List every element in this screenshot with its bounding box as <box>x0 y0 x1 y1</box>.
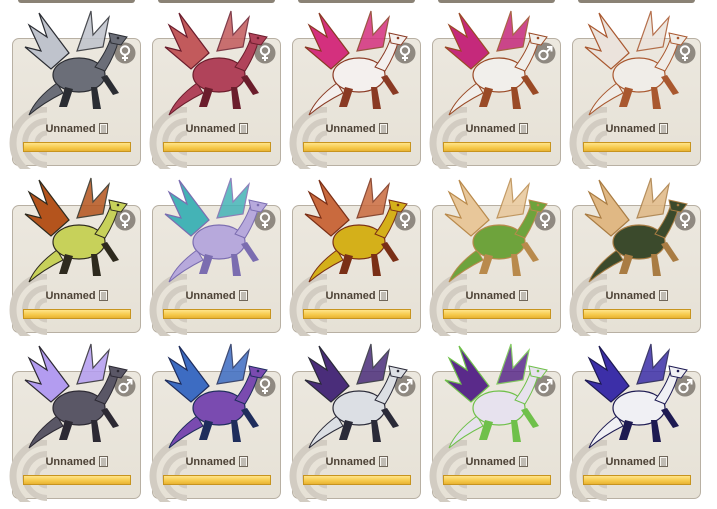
dragon-card[interactable]: Unnamed <box>149 10 281 169</box>
dragon-image[interactable] <box>301 340 413 452</box>
dragon-image[interactable] <box>441 174 553 286</box>
card-top-edge <box>18 0 135 3</box>
dragon-name[interactable]: Unnamed <box>185 456 235 468</box>
dragon-image[interactable] <box>161 174 273 286</box>
energy-bar <box>583 142 691 152</box>
note-icon[interactable] <box>238 456 248 467</box>
dragon-card[interactable]: Unnamed <box>9 177 141 336</box>
dragon-card[interactable]: Unnamed <box>289 177 421 336</box>
dragon-name-row: Unnamed <box>293 123 420 139</box>
energy-bar <box>23 475 131 485</box>
energy-bar <box>303 475 411 485</box>
energy-bar <box>443 475 551 485</box>
energy-bar <box>163 475 271 485</box>
dragon-image[interactable] <box>581 340 693 452</box>
dragon-name-row: Unnamed <box>293 456 420 472</box>
dragon-name[interactable]: Unnamed <box>185 123 235 135</box>
dragon-card[interactable]: Unnamed <box>149 343 281 502</box>
dragon-card[interactable]: Unnamed <box>569 177 701 336</box>
dragon-image[interactable] <box>161 340 273 452</box>
dragon-name[interactable]: Unnamed <box>605 123 655 135</box>
card-top-edge <box>158 0 275 3</box>
dragon-name-row: Unnamed <box>13 290 140 306</box>
dragon-image[interactable] <box>21 174 133 286</box>
dragon-name-row: Unnamed <box>573 123 700 139</box>
note-icon[interactable] <box>658 123 668 134</box>
energy-bar <box>163 309 271 319</box>
dragon-card[interactable]: Unnamed <box>289 10 421 169</box>
dragon-name[interactable]: Unnamed <box>45 123 95 135</box>
dragon-card[interactable]: Unnamed <box>429 10 561 169</box>
note-icon[interactable] <box>378 123 388 134</box>
energy-bar <box>583 475 691 485</box>
dragon-name-row: Unnamed <box>13 123 140 139</box>
note-icon[interactable] <box>658 290 668 301</box>
dragon-card[interactable]: Unnamed <box>569 10 701 169</box>
energy-bar <box>163 142 271 152</box>
dragon-name-row: Unnamed <box>573 290 700 306</box>
dragon-card[interactable]: Unnamed <box>9 343 141 502</box>
dragon-name[interactable]: Unnamed <box>325 456 375 468</box>
dragon-name-row: Unnamed <box>433 123 560 139</box>
dragon-name[interactable]: Unnamed <box>465 290 515 302</box>
note-icon[interactable] <box>658 456 668 467</box>
dragon-card[interactable]: Unnamed <box>429 343 561 502</box>
dragon-card[interactable]: Unnamed <box>569 343 701 502</box>
dragon-name-row: Unnamed <box>153 290 280 306</box>
dragon-name-row: Unnamed <box>153 456 280 472</box>
dragon-name-row: Unnamed <box>433 290 560 306</box>
dragon-image[interactable] <box>441 7 553 119</box>
energy-bar <box>583 309 691 319</box>
note-icon[interactable] <box>378 290 388 301</box>
dragon-image[interactable] <box>21 7 133 119</box>
dragon-image[interactable] <box>301 174 413 286</box>
dragon-image[interactable] <box>441 340 553 452</box>
dragon-name[interactable]: Unnamed <box>325 123 375 135</box>
energy-bar <box>23 142 131 152</box>
energy-bar <box>23 309 131 319</box>
dragon-name-row: Unnamed <box>293 290 420 306</box>
note-icon[interactable] <box>98 290 108 301</box>
note-icon[interactable] <box>238 290 248 301</box>
note-icon[interactable] <box>238 123 248 134</box>
dragon-image[interactable] <box>581 7 693 119</box>
dragon-name-row: Unnamed <box>573 456 700 472</box>
card-top-edge <box>298 0 415 3</box>
dragon-name[interactable]: Unnamed <box>45 456 95 468</box>
dragon-card[interactable]: Unnamed <box>9 10 141 169</box>
dragon-card[interactable]: Unnamed <box>429 177 561 336</box>
note-icon[interactable] <box>518 456 528 467</box>
note-icon[interactable] <box>98 456 108 467</box>
dragon-name[interactable]: Unnamed <box>45 290 95 302</box>
dragon-name[interactable]: Unnamed <box>465 456 515 468</box>
dragon-name-row: Unnamed <box>13 456 140 472</box>
card-top-edge <box>578 0 695 3</box>
dragon-image[interactable] <box>301 7 413 119</box>
note-icon[interactable] <box>378 456 388 467</box>
note-icon[interactable] <box>518 123 528 134</box>
dragon-image[interactable] <box>581 174 693 286</box>
dragon-card[interactable]: Unnamed <box>149 177 281 336</box>
dragon-name[interactable]: Unnamed <box>185 290 235 302</box>
dragon-image[interactable] <box>21 340 133 452</box>
dragon-name[interactable]: Unnamed <box>605 456 655 468</box>
note-icon[interactable] <box>98 123 108 134</box>
card-top-edge <box>438 0 555 3</box>
energy-bar <box>443 309 551 319</box>
dragon-name[interactable]: Unnamed <box>465 123 515 135</box>
dragon-name[interactable]: Unnamed <box>325 290 375 302</box>
energy-bar <box>303 309 411 319</box>
dragon-name-row: Unnamed <box>433 456 560 472</box>
note-icon[interactable] <box>518 290 528 301</box>
energy-bar <box>303 142 411 152</box>
dragon-card[interactable]: Unnamed <box>289 343 421 502</box>
energy-bar <box>443 142 551 152</box>
dragon-name[interactable]: Unnamed <box>605 290 655 302</box>
dragon-image[interactable] <box>161 7 273 119</box>
dragon-name-row: Unnamed <box>153 123 280 139</box>
